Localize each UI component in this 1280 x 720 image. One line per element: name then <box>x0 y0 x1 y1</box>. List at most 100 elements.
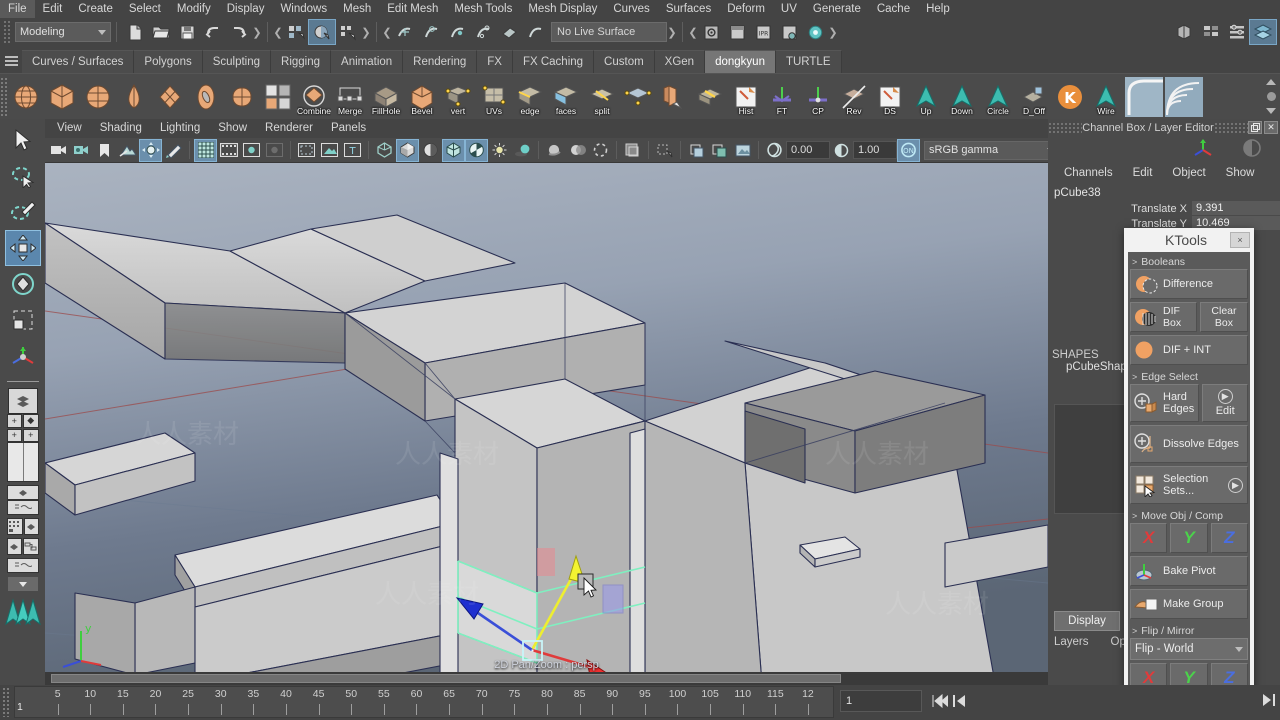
2d-pan-zoom-icon[interactable] <box>139 138 162 162</box>
shelf-tab-dongkyun[interactable]: dongkyun <box>705 50 776 73</box>
persp-outliner-layout[interactable] <box>6 485 39 515</box>
close-panel-icon[interactable]: ✕ <box>1264 121 1278 134</box>
channel-box-toggle-icon[interactable] <box>1242 138 1262 161</box>
ktools-launch-icon[interactable]: K <box>1053 77 1087 117</box>
circle-icon[interactable]: Circle <box>981 77 1015 117</box>
snap-to-view-plane-icon[interactable] <box>496 20 522 44</box>
exposure-value[interactable]: 0.00 <box>786 141 830 159</box>
step-back-icon[interactable] <box>951 690 970 712</box>
undock-panel-icon[interactable] <box>1248 121 1262 134</box>
ktools-section-booleans[interactable]: > Booleans <box>1130 254 1248 269</box>
panel-drag-handle-right[interactable] <box>1214 121 1248 134</box>
down-icon[interactable]: Down <box>945 77 979 117</box>
last-tool-used[interactable] <box>6 339 40 373</box>
show-hide-modeling-editors-icon[interactable] <box>1172 20 1198 44</box>
menu-item-mesh[interactable]: Mesh <box>335 0 379 18</box>
shelf-tab-xgen[interactable]: XGen <box>654 50 706 73</box>
multisample-icon[interactable] <box>590 140 611 161</box>
timeline-track[interactable]: 1 5 10 15 20 25 30 35 40 45 50 55 60 65 70 75 80 85 90 95 1… <box>14 686 834 718</box>
statusline-expand-3[interactable]: ❯ <box>667 22 677 42</box>
scroll-up-icon[interactable] <box>1266 79 1276 85</box>
open-scene-icon[interactable] <box>148 20 174 44</box>
hard-edges-edit-button[interactable]: ▶ Edit <box>1202 384 1248 422</box>
go-to-start-icon[interactable] <box>930 690 949 712</box>
snap-to-curve-icon[interactable] <box>418 20 444 44</box>
ktools-window[interactable]: KTools × > Booleans Difference DIF Box C… <box>1124 228 1254 720</box>
color-management-icon[interactable]: ON <box>897 138 920 162</box>
uv-mode-icon[interactable]: UVs <box>477 77 511 117</box>
ktools-section-move-obj-comp[interactable]: > Move Obj / Comp <box>1130 508 1248 523</box>
menu-item-mesh-display[interactable]: Mesh Display <box>520 0 605 18</box>
paint-select-tool[interactable] <box>6 195 40 229</box>
xray-icon[interactable] <box>622 140 643 161</box>
shelf-tab-rigging[interactable]: Rigging <box>271 50 332 73</box>
selection-sets-option-icon[interactable]: ▶ <box>1228 477 1243 493</box>
snap-to-grid-icon[interactable] <box>392 20 418 44</box>
poly-cube-icon[interactable] <box>45 77 79 117</box>
manipulator-axis-icon[interactable] <box>1190 137 1216 162</box>
display-tab[interactable]: Display <box>1054 611 1120 631</box>
scrollbar-thumb[interactable] <box>51 674 841 683</box>
select-by-object-type-icon[interactable] <box>308 19 336 45</box>
single-pane-layout[interactable] <box>7 388 38 414</box>
shelf-tab-custom[interactable]: Custom <box>594 50 655 73</box>
scroll-handle-icon[interactable] <box>1266 92 1276 101</box>
four-pane-layout[interactable]: + ◆ + + <box>6 414 39 442</box>
bridge-icon[interactable] <box>693 77 727 117</box>
close-icon[interactable]: × <box>1230 232 1250 248</box>
layers-menu[interactable]: Layers <box>1054 636 1089 648</box>
menu-item-select[interactable]: Select <box>121 0 169 18</box>
menu-item-generate[interactable]: Generate <box>805 0 869 18</box>
menu-item-cache[interactable]: Cache <box>869 0 918 18</box>
wireframe-icon[interactable]: Wire <box>1089 77 1123 117</box>
bevel-icon[interactable]: Bevel <box>405 77 439 117</box>
channelbox-menu-channels[interactable]: Channels <box>1054 167 1123 179</box>
save-scene-icon[interactable] <box>174 20 200 44</box>
curve-fillet-icon[interactable] <box>1125 76 1163 117</box>
menu-item-windows[interactable]: Windows <box>272 0 335 18</box>
channelbox-menu-edit[interactable]: Edit <box>1123 167 1163 179</box>
menu-item-display[interactable]: Display <box>219 0 273 18</box>
xray-joints-icon[interactable] <box>654 140 675 161</box>
redo-icon[interactable] <box>226 20 252 44</box>
viewport-3d-canvas[interactable]: 人人素材 人人素材 人人素材 人人素材 人人素材 y 2D Pan/Zoom :… <box>45 163 1048 685</box>
shelf-tab-rendering[interactable]: Rendering <box>403 50 478 73</box>
viewport-horizontal-scrollbar[interactable] <box>45 672 1048 685</box>
face-mode-icon[interactable]: faces <box>549 77 583 117</box>
statusline-collapse-3[interactable]: ❮ <box>688 22 698 42</box>
wireframe-shading-icon[interactable] <box>374 140 395 161</box>
channel-row-translate-x[interactable]: Translate X 9.391 <box>1048 201 1280 216</box>
show-hide-channel-box-icon[interactable] <box>1249 19 1277 45</box>
poly-cone-icon[interactable] <box>117 77 151 117</box>
persp-hypershade-layout[interactable] <box>6 538 39 555</box>
shelf-tab-fx-caching[interactable]: FX Caching <box>512 50 595 73</box>
poly-pipe-icon[interactable] <box>225 77 259 117</box>
channel-value[interactable]: 9.391 <box>1192 201 1280 216</box>
current-frame-field[interactable]: 1 <box>840 690 922 712</box>
shelf-tab-fx[interactable]: FX <box>477 50 513 73</box>
poly-cylinder-icon[interactable] <box>81 77 115 117</box>
boolean-dif-box-button[interactable]: DIF Box <box>1130 302 1197 332</box>
statusline-expand-4[interactable]: ❯ <box>828 22 838 42</box>
display-off-icon[interactable]: D_Off <box>1017 77 1051 117</box>
menu-item-file[interactable]: File <box>0 0 35 18</box>
shelf-tab-curves-surfaces[interactable]: Curves / Surfaces <box>22 50 135 73</box>
up-icon[interactable]: Up <box>909 77 943 117</box>
show-hide-attribute-editor-icon[interactable] <box>1198 20 1224 44</box>
extrude-icon[interactable] <box>657 77 691 117</box>
shelf-menu-icon[interactable] <box>0 48 22 73</box>
film-gate-icon[interactable] <box>218 140 239 161</box>
go-to-end-icon[interactable] <box>1257 689 1276 711</box>
render-current-frame-icon[interactable] <box>698 20 724 44</box>
reverse-normals-icon[interactable]: Rev <box>837 77 871 117</box>
persp-graph-layout[interactable] <box>6 518 39 535</box>
statusline-collapse-2[interactable]: ❮ <box>382 22 392 42</box>
exposure-icon[interactable] <box>764 140 785 161</box>
vertex-mode-icon[interactable]: vert <box>441 77 475 117</box>
combine-icon[interactable]: Combine <box>297 77 331 117</box>
isolate-select-icon[interactable] <box>686 140 707 161</box>
viewport-menu-renderer[interactable]: Renderer <box>256 119 322 138</box>
gate-mask-icon[interactable] <box>264 140 285 161</box>
hard-edges-button[interactable]: Hard Edges <box>1130 384 1200 422</box>
image-plane-icon[interactable] <box>117 140 138 161</box>
